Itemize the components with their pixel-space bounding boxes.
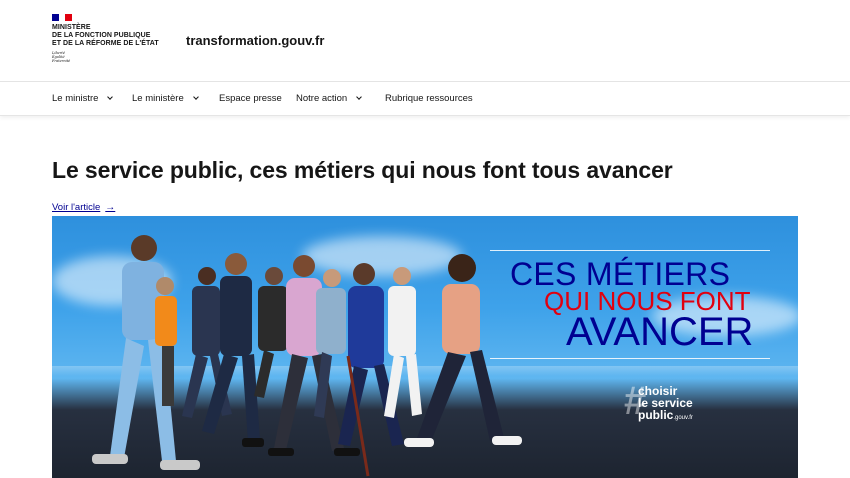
chevron-down-icon (356, 94, 363, 100)
site-name-link[interactable]: transformation.gouv.fr (186, 33, 324, 48)
ministry-line-3: et de la Réforme de l'État (52, 40, 159, 47)
ministry-line-2: de la Fonction Publique (52, 32, 151, 39)
nav-item-le-ministere[interactable]: Le ministère (132, 93, 199, 104)
view-article-label: Voir l'article (52, 202, 101, 213)
chevron-down-icon (192, 94, 199, 100)
slogan-top-rule (490, 250, 770, 251)
arrow-right-icon: → (105, 202, 116, 213)
person-white-outfit (384, 267, 422, 418)
hashtag-domain-suffix: .gouv.fr (673, 415, 693, 421)
brand-block[interactable]: Ministère de la Fonction Publique et de … (52, 14, 172, 63)
motto-line-3: Fraternité (52, 59, 71, 63)
person-dark-jacket (254, 267, 288, 398)
french-flag-icon (52, 14, 73, 21)
main-navigation: Le ministre Le ministère Espace presse N… (0, 82, 850, 116)
nav-item-notre-action[interactable]: Notre action (296, 93, 363, 104)
nav-item-espace-presse[interactable]: Espace presse (219, 93, 282, 104)
nav-item-rubrique-ressources[interactable]: Rubrique ressources (385, 93, 473, 104)
hashtag-line-3: public.gouv.fr (638, 409, 693, 424)
nav-item-label: Le ministère (132, 93, 184, 104)
nav-item-label: Le ministre (52, 93, 99, 104)
slogan-bottom-rule (490, 358, 770, 359)
person-coral-shirt (404, 254, 522, 447)
person-nurse (92, 235, 200, 470)
hashtag-line-3-text: public (638, 408, 674, 422)
ministry-line-1: Ministère (52, 24, 91, 31)
nav-item-label: Espace presse (219, 93, 282, 104)
nav-item-label: Rubrique ressources (385, 93, 473, 104)
view-article-link[interactable]: Voir l'article → (52, 202, 115, 213)
nav-item-label: Notre action (296, 93, 348, 104)
choisir-le-service-public-logo: # choisir le service public.gouv.fr (624, 379, 714, 433)
nav-item-le-ministre[interactable]: Le ministre (52, 93, 114, 104)
slogan-line-3: AVANCER (566, 310, 754, 354)
site-header: Ministère de la Fonction Publique et de … (0, 0, 850, 82)
chevron-down-icon (107, 94, 114, 100)
page-title: Le service public, ces métiers qui nous … (52, 157, 673, 183)
republic-motto: Liberté Égalité Fraternité (52, 51, 172, 63)
hero-banner-image[interactable]: CES MÉTIERS QUI NOUS FONT AVANCER # choi… (52, 216, 798, 478)
ministry-name: Ministère de la Fonction Publique et de … (52, 24, 172, 48)
